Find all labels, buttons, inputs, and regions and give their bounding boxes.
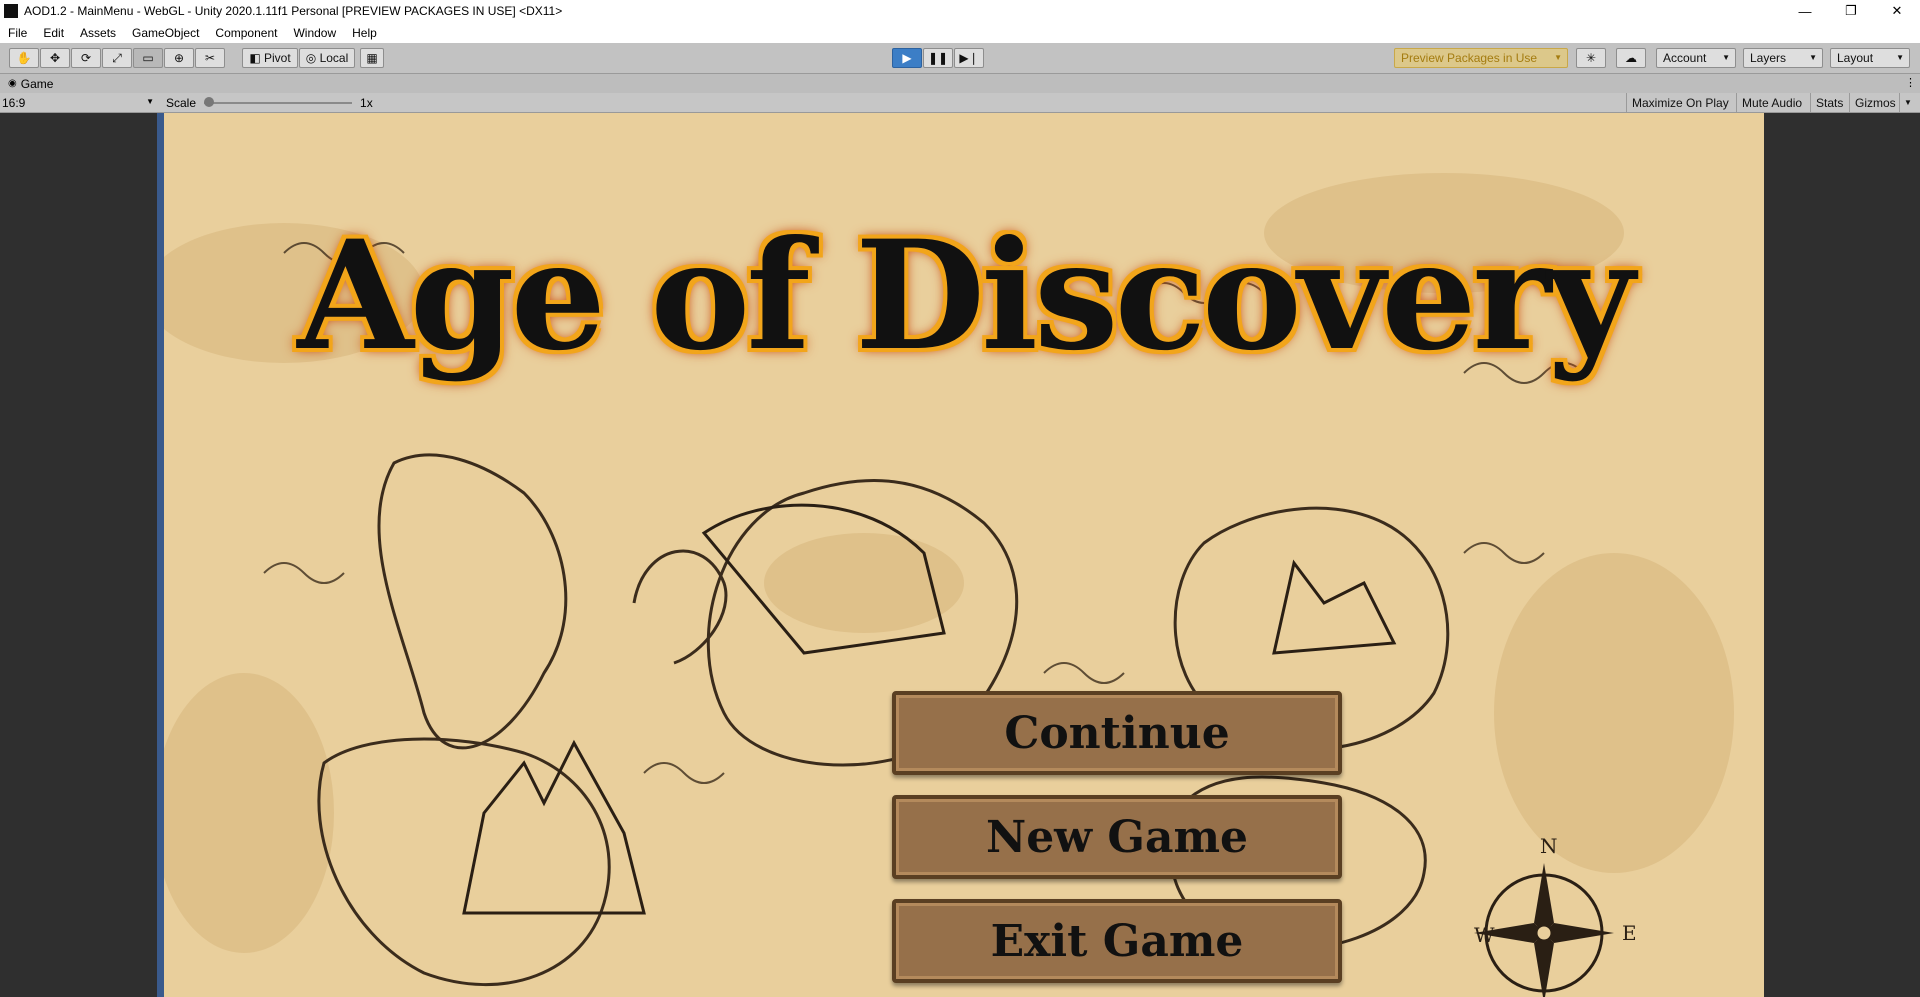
menu-edit[interactable]: Edit: [35, 26, 72, 40]
scale-value: 1x: [360, 95, 373, 110]
window-title: AOD1.2 - MainMenu - WebGL - Unity 2020.1…: [24, 4, 563, 18]
scale-slider-handle[interactable]: [204, 97, 215, 107]
close-button[interactable]: ✕: [1874, 0, 1920, 22]
play-button[interactable]: ▶: [892, 48, 922, 68]
tab-game-label: Game: [20, 76, 54, 91]
pivot-toggle[interactable]: ◧ Pivot: [242, 48, 298, 68]
preview-packages-label: Preview Packages in Use: [1401, 51, 1538, 65]
tab-game[interactable]: ◉ Game: [0, 74, 53, 93]
collab-icon[interactable]: ✳: [1576, 48, 1606, 68]
menu-gameobject[interactable]: GameObject: [124, 26, 207, 40]
cloud-icon[interactable]: ☁: [1616, 48, 1646, 68]
game-view-toolbar: 16:9 ▼ Scale 1x Maximize On Play Mute Au…: [0, 93, 1920, 113]
game-screen[interactable]: N W E Age of Discovery Continue New Game…: [157, 113, 1764, 997]
scale-control: Scale 1x: [166, 93, 373, 112]
gamepad-icon: ◉: [8, 78, 17, 89]
chevron-down-icon[interactable]: ▼: [1899, 93, 1916, 112]
window-title-bar: AOD1.2 - MainMenu - WebGL - Unity 2020.1…: [0, 0, 1920, 22]
transform-tool-icon[interactable]: ⊕: [164, 48, 194, 68]
more-options-icon[interactable]: ⋮: [1905, 76, 1916, 89]
restore-button[interactable]: ❐: [1828, 0, 1874, 22]
rect-tool-icon[interactable]: ▭: [133, 48, 163, 68]
preview-packages-dropdown[interactable]: Preview Packages in Use ▼: [1394, 48, 1568, 68]
menu-component[interactable]: Component: [207, 26, 285, 40]
rotate-tool-icon[interactable]: ⟳: [71, 48, 101, 68]
continue-button[interactable]: Continue: [892, 691, 1342, 775]
compass-west-label: W: [1474, 923, 1495, 947]
scale-slider[interactable]: [204, 93, 353, 112]
aspect-ratio-dropdown[interactable]: 16:9 ▼: [2, 93, 158, 112]
main-toolbar: ✋ ✥ ⟳ ⤢ ▭ ⊕ ✂ ◧ Pivot ◎ Local ▦ ▶ ❚❚ ▶❘ …: [0, 43, 1920, 74]
pivot-icon: ◧: [249, 51, 264, 65]
game-view: N W E Age of Discovery Continue New Game…: [0, 113, 1920, 997]
step-button[interactable]: ▶❘: [954, 48, 984, 68]
menu-assets[interactable]: Assets: [72, 26, 124, 40]
scale-label: Scale: [166, 95, 197, 110]
scale-tool-icon[interactable]: ⤢: [102, 48, 132, 68]
compass-rose: [1474, 863, 1614, 997]
compass-north-label: N: [1540, 834, 1558, 858]
layers-dropdown[interactable]: Layers ▼: [1743, 48, 1823, 68]
chevron-down-icon: ▼: [1896, 53, 1904, 62]
gizmos-toggle[interactable]: Gizmos: [1849, 93, 1901, 112]
local-icon: ◎: [305, 51, 320, 65]
layout-dropdown[interactable]: Layout ▼: [1830, 48, 1910, 68]
menu-bar: File Edit Assets GameObject Component Wi…: [0, 22, 1920, 43]
step-icon: ▶❘: [959, 51, 979, 65]
layers-label: Layers: [1750, 51, 1787, 65]
account-label: Account: [1663, 51, 1707, 65]
compass-east-label: E: [1622, 921, 1637, 945]
play-icon: ▶: [902, 51, 912, 65]
stats-toggle[interactable]: Stats: [1810, 93, 1848, 112]
maximize-on-play-toggle[interactable]: Maximize On Play: [1626, 93, 1734, 112]
pivot-label: Pivot: [263, 51, 291, 65]
chevron-down-icon: ▼: [146, 97, 154, 106]
account-dropdown[interactable]: Account ▼: [1656, 48, 1736, 68]
local-label: Local: [319, 51, 349, 65]
exit-game-button[interactable]: Exit Game: [892, 899, 1342, 983]
chevron-down-icon: ▼: [1809, 53, 1817, 62]
chevron-down-icon: ▼: [1554, 53, 1562, 62]
hand-tool-icon[interactable]: ✋: [9, 48, 39, 68]
game-tab-bar: ◉ Game ⋮: [0, 74, 1920, 93]
aspect-ratio-label: 16:9: [2, 95, 26, 110]
new-game-button[interactable]: New Game: [892, 795, 1342, 879]
menu-window[interactable]: Window: [285, 26, 344, 40]
pause-button[interactable]: ❚❚: [923, 48, 953, 68]
custom-tool-icon[interactable]: ✂: [195, 48, 225, 68]
local-toggle[interactable]: ◎ Local: [299, 48, 355, 68]
game-title: Age of Discovery: [297, 208, 1634, 384]
move-tool-icon[interactable]: ✥: [40, 48, 70, 68]
minimize-button[interactable]: —: [1782, 0, 1828, 22]
mute-audio-toggle[interactable]: Mute Audio: [1736, 93, 1807, 112]
pause-icon: ❚❚: [927, 51, 949, 65]
layout-label: Layout: [1837, 51, 1874, 65]
menu-file[interactable]: File: [0, 26, 35, 40]
menu-help[interactable]: Help: [344, 26, 385, 40]
scale-slider-track: [204, 102, 353, 104]
unity-app-icon: [4, 4, 18, 18]
grid-snap-icon[interactable]: ▦: [360, 48, 384, 68]
chevron-down-icon: ▼: [1722, 53, 1730, 62]
